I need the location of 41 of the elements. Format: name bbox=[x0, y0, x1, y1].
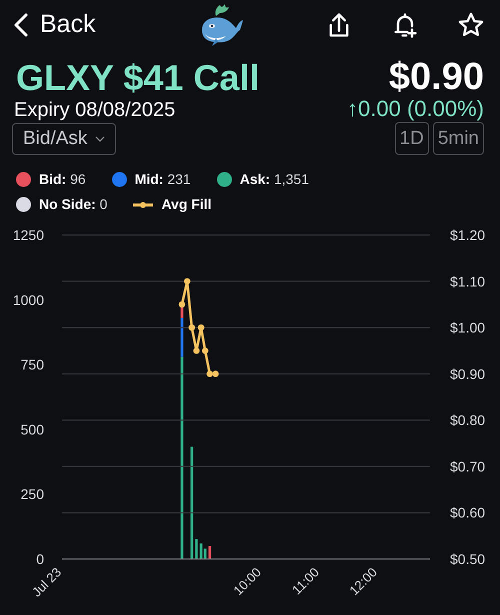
legend-label: Avg Fill bbox=[161, 195, 212, 214]
star-icon[interactable] bbox=[457, 11, 485, 39]
bar bbox=[208, 546, 212, 560]
axis-label: 1250 bbox=[12, 227, 44, 244]
axis-label: Jul 23 bbox=[28, 564, 64, 600]
bid-ask-dropdown[interactable]: Bid/Ask bbox=[12, 122, 116, 155]
point bbox=[206, 371, 213, 378]
legend-label: Bid: 96 bbox=[39, 170, 86, 190]
axis-label: $1.20 bbox=[450, 227, 486, 244]
point bbox=[178, 302, 186, 308]
contract-title: GLXY $41 Call bbox=[16, 60, 260, 96]
axis-label: 1000 bbox=[12, 292, 44, 308]
legend-label: Ask: 1,351 bbox=[240, 170, 309, 190]
contract-price: $0.90 bbox=[388, 58, 484, 96]
point bbox=[193, 348, 200, 354]
range-button[interactable]: 1D bbox=[394, 122, 429, 156]
point bbox=[198, 324, 204, 332]
legend-label: Mid: 231 bbox=[134, 170, 191, 190]
point bbox=[202, 348, 208, 354]
axis-label: $1.00 bbox=[450, 320, 486, 336]
axis-label: $0.70 bbox=[450, 458, 486, 475]
price-change: ↑0.00 (0.00%) bbox=[347, 96, 484, 122]
range-button[interactable]: 5min bbox=[432, 122, 484, 156]
axis-label: $0.50 bbox=[450, 551, 486, 568]
legend-label: No Side: 0 bbox=[39, 195, 108, 214]
point bbox=[212, 371, 219, 378]
back-button[interactable]: Back bbox=[14, 6, 96, 44]
point bbox=[188, 324, 196, 332]
point bbox=[184, 278, 190, 285]
chevron-left-icon bbox=[14, 13, 28, 37]
axis-label: $0.60 bbox=[450, 505, 486, 522]
axis-label: $0.90 bbox=[450, 366, 486, 382]
axis-label: $1.10 bbox=[450, 274, 486, 290]
axis-label: 750 bbox=[20, 357, 44, 373]
axis-label: 250 bbox=[20, 486, 44, 503]
bar bbox=[195, 539, 198, 560]
expiry-date: Expiry 08/08/2025 bbox=[14, 98, 176, 122]
caret-icon bbox=[95, 136, 106, 142]
axis-label: 500 bbox=[20, 422, 44, 438]
axis-label: 0 bbox=[36, 551, 44, 568]
axis-label: $0.80 bbox=[450, 412, 486, 429]
